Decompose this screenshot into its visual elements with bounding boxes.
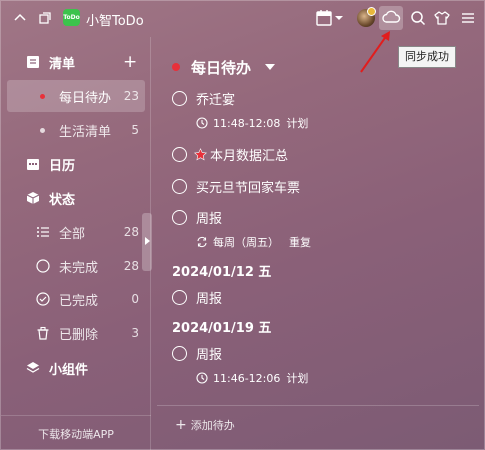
task-meta: 11:46-12:06 计划 (196, 369, 308, 387)
sync-tooltip: 同步成功 (398, 46, 456, 68)
task-item[interactable]: 周报 (172, 342, 222, 364)
task-item[interactable]: 买元旦节回家车票 (172, 175, 300, 197)
add-task-button[interactable]: + 添加待办 (175, 417, 235, 433)
task-item[interactable]: 周报 (172, 206, 222, 228)
sidebar-item-completed[interactable]: 已完成 0 (7, 283, 145, 315)
task-checkbox[interactable] (172, 178, 187, 194)
layers-icon (26, 362, 40, 373)
task-checkbox[interactable] (172, 146, 187, 162)
sidebar-item-deleted[interactable]: 已删除 3 (7, 317, 145, 349)
list-icon (27, 56, 39, 68)
list-color-dot (40, 93, 45, 99)
app-logo: ToDo (63, 9, 80, 26)
pin-window-icon[interactable] (36, 9, 54, 27)
sidebar-item-calendar[interactable]: 日历 (1, 149, 151, 179)
date-group-header: 2024/01/19 五 (172, 321, 272, 336)
title-bar: ToDo 小智ToDo (1, 1, 485, 37)
status-header: 状态 (1, 183, 151, 213)
task-item[interactable]: 乔迁宴 (172, 87, 235, 109)
task-checkbox[interactable] (172, 209, 187, 225)
sidebar: 清单 + 每日待办 23 生活清单 5 日历 状态 全部 28 未完成 28 已… (1, 37, 151, 450)
repeat-icon (197, 236, 207, 248)
check-circle-icon (36, 292, 50, 306)
plus-icon: + (175, 417, 187, 433)
sidebar-item-all[interactable]: 全部 28 (7, 216, 145, 248)
trash-icon (37, 326, 49, 340)
task-checkbox[interactable] (172, 90, 187, 106)
date-group-header: 2024/01/12 五 (172, 265, 272, 280)
menu-icon[interactable] (459, 9, 477, 27)
chevron-right-icon (145, 237, 150, 245)
sidebar-item-daily-todo[interactable]: 每日待办 23 (7, 80, 145, 112)
calendar-icon (316, 10, 332, 26)
app-window: ToDo 小智ToDo 清单 + 每日待办 23 生活清单 5 日历 状态 全部… (0, 0, 485, 450)
vip-badge (367, 7, 376, 16)
circle-icon (36, 259, 50, 273)
app-title: 小智ToDo (86, 14, 144, 29)
star-icon (194, 147, 207, 160)
add-list-button[interactable]: + (123, 52, 137, 72)
task-checkbox[interactable] (172, 289, 187, 305)
clock-icon (196, 372, 208, 384)
lists-header: 清单 + (1, 47, 151, 77)
divider (157, 405, 479, 406)
sidebar-item-widgets[interactable]: 小组件 (1, 353, 151, 383)
main-panel: 每日待办 乔迁宴 11:48-12:08 计划 本月数据汇总 买元旦节回家车票 … (151, 37, 485, 450)
box-icon (26, 192, 40, 204)
calendar-icon (27, 159, 39, 170)
download-app-link[interactable]: 下载移动端APP (1, 415, 151, 450)
task-meta: 每周（周五） 重复 (196, 233, 311, 251)
skin-icon[interactable] (433, 9, 451, 27)
chevron-down-icon[interactable] (265, 64, 275, 70)
sidebar-item-life-list[interactable]: 生活清单 5 (7, 114, 145, 146)
task-checkbox[interactable] (172, 345, 187, 361)
calendar-dropdown[interactable] (316, 9, 344, 27)
list-bullets-icon (37, 227, 49, 237)
list-title[interactable]: 每日待办 (191, 57, 251, 78)
chevron-down-icon (335, 16, 343, 20)
clock-icon (196, 117, 208, 129)
list-color-dot (40, 127, 45, 133)
sidebar-item-incomplete[interactable]: 未完成 28 (7, 250, 145, 282)
task-item[interactable]: 周报 (172, 286, 222, 308)
chevron-up-icon[interactable] (11, 9, 29, 27)
task-meta: 11:48-12:08 计划 (196, 114, 308, 132)
task-item[interactable]: 本月数据汇总 (172, 143, 288, 165)
search-icon[interactable] (409, 9, 427, 27)
list-color-dot (172, 63, 180, 71)
